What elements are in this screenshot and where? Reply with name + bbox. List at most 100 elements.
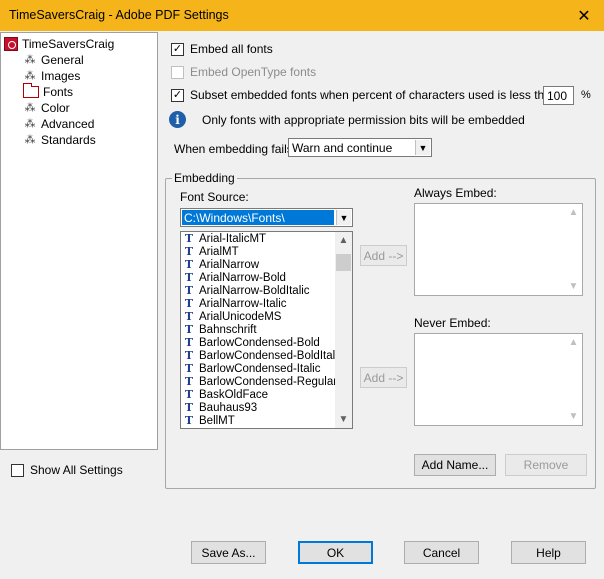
embed-all-checkbox[interactable]: ✓ — [171, 42, 184, 56]
font-list-item[interactable]: T Bahnschrift — [181, 323, 352, 336]
truetype-font-icon: T — [184, 349, 194, 362]
never-embed-list[interactable]: ▲ ▼ — [414, 333, 583, 426]
embed-opentype-option: Embed OpenType fonts — [171, 65, 316, 79]
tree-root-label: TimeSaversCraig — [22, 37, 115, 51]
font-list-item[interactable]: T Arial-ItalicMT — [181, 232, 352, 245]
help-button[interactable]: Help — [511, 541, 586, 564]
subset-checkbox[interactable]: ✓ — [171, 88, 184, 102]
font-list-item[interactable]: T ArialNarrow-Italic — [181, 297, 352, 310]
settings-icon: ⁂ — [24, 134, 36, 146]
truetype-font-icon: T — [184, 245, 194, 258]
truetype-font-icon: T — [184, 232, 194, 245]
truetype-font-icon: T — [184, 284, 194, 297]
when-fails-select[interactable]: Warn and continue ▼ — [288, 138, 432, 157]
remove-button[interactable]: Remove — [505, 454, 587, 476]
close-icon[interactable]: ✕ — [564, 0, 604, 31]
truetype-font-icon: T — [184, 336, 194, 349]
subset-label: Subset embedded fonts when percent of ch… — [190, 88, 561, 102]
ok-button[interactable]: OK — [298, 541, 373, 564]
never-embed-scrollbar[interactable]: ▲ ▼ — [565, 334, 582, 425]
always-embed-scrollbar[interactable]: ▲ ▼ — [565, 204, 582, 295]
settings-icon: ⁂ — [24, 102, 36, 114]
font-name: ArialNarrow-Italic — [199, 297, 287, 310]
font-list-item[interactable]: T Bauhaus93 — [181, 401, 352, 414]
font-list-item[interactable]: T BarlowCondensed-BoldItalic — [181, 349, 352, 362]
font-list-items: T Arial-ItalicMT T ArialMT T ArialNarrow T Aria… — [181, 232, 352, 427]
show-all-checkbox[interactable] — [11, 463, 24, 477]
font-list-item[interactable]: T ArialUnicodeMS — [181, 310, 352, 323]
settings-icon: ⁂ — [24, 54, 36, 66]
tree-item-images[interactable]: ⁂ Images — [23, 68, 81, 84]
tree-item-general[interactable]: ⁂ General — [23, 52, 84, 68]
scroll-thumb[interactable] — [336, 254, 351, 271]
embed-opentype-label: Embed OpenType fonts — [190, 65, 317, 79]
tree-item-label: Color — [41, 101, 70, 115]
add-never-button[interactable]: Add --> — [360, 367, 407, 388]
save-as-button[interactable]: Save As... — [191, 541, 266, 564]
font-name: ArialUnicodeMS — [199, 310, 282, 323]
embed-all-option[interactable]: ✓ Embed all fonts — [171, 42, 273, 56]
scroll-up-icon[interactable]: ▲ — [565, 334, 582, 351]
tree-item-color[interactable]: ⁂ Color — [23, 100, 70, 116]
font-name: BellMT — [199, 414, 235, 427]
show-all-settings[interactable]: Show All Settings — [11, 463, 123, 477]
tree-item-advanced[interactable]: ⁂ Advanced — [23, 116, 95, 132]
embedding-group-label: Embedding — [172, 171, 237, 185]
font-list-item[interactable]: T ArialNarrow-BoldItalic — [181, 284, 352, 297]
font-name: ArialNarrow — [199, 258, 260, 271]
font-list-item[interactable]: T BarlowCondensed-Bold — [181, 336, 352, 349]
chevron-down-icon[interactable]: ▼ — [415, 140, 430, 155]
font-list-item[interactable]: T BaskOldFace — [181, 388, 352, 401]
tree-item-fonts[interactable]: Fonts — [23, 83, 74, 100]
scroll-up-icon[interactable]: ▲ — [565, 204, 582, 221]
font-list-scrollbar[interactable]: ▲ ▼ — [335, 232, 352, 428]
font-list-item[interactable]: T ArialNarrow — [181, 258, 352, 271]
tree-item-standards[interactable]: ⁂ Standards — [23, 132, 96, 148]
folder-icon — [23, 83, 39, 98]
font-list-item[interactable]: T ArialMT — [181, 245, 352, 258]
font-list-item[interactable]: T BellMT — [181, 414, 352, 427]
font-list-item[interactable]: T ArialNarrow-Bold — [181, 271, 352, 284]
font-source-value: C:\Windows\Fonts\ — [184, 211, 285, 225]
always-embed-label: Always Embed: — [414, 186, 497, 200]
window-title: TimeSaversCraig - Adobe PDF Settings — [9, 8, 229, 22]
chevron-down-icon[interactable]: ▼ — [336, 210, 351, 225]
add-name-button[interactable]: Add Name... — [414, 454, 496, 476]
never-embed-label: Never Embed: — [414, 316, 491, 330]
title-bar: TimeSaversCraig - Adobe PDF Settings ✕ — [0, 0, 604, 31]
tree-item-label: Fonts — [43, 85, 74, 99]
scroll-down-icon[interactable]: ▼ — [335, 411, 352, 428]
settings-icon: ⁂ — [24, 118, 36, 130]
font-name: Arial-ItalicMT — [199, 232, 267, 245]
font-name: BarlowCondensed-Italic — [199, 362, 321, 375]
tree-root[interactable]: TimeSaversCraig — [4, 36, 114, 52]
scroll-down-icon[interactable]: ▼ — [565, 408, 582, 425]
tree-item-label: Advanced — [41, 117, 95, 131]
truetype-font-icon: T — [184, 310, 194, 323]
truetype-font-icon: T — [184, 388, 194, 401]
always-embed-list[interactable]: ▲ ▼ — [414, 203, 583, 296]
info-note: i Only fonts with appropriate permission… — [169, 111, 525, 128]
show-all-label: Show All Settings — [30, 463, 123, 477]
add-always-button[interactable]: Add --> — [360, 245, 407, 266]
font-name: BarlowCondensed-Bold — [199, 336, 320, 349]
subset-option[interactable]: ✓ Subset embedded fonts when percent of … — [171, 88, 561, 102]
font-name: ArialMT — [199, 245, 239, 258]
scroll-up-icon[interactable]: ▲ — [335, 232, 352, 249]
embed-all-label: Embed all fonts — [190, 42, 273, 56]
font-source-label: Font Source: — [180, 190, 249, 204]
font-list-item[interactable]: T BarlowCondensed-Regular — [181, 375, 352, 388]
font-source-select[interactable]: C:\Windows\Fonts\ ▼ — [180, 208, 353, 227]
font-name: BarlowCondensed-Regular — [199, 375, 338, 388]
embed-opentype-checkbox — [171, 65, 184, 79]
font-list-item[interactable]: T BarlowCondensed-Italic — [181, 362, 352, 375]
truetype-font-icon: T — [184, 258, 194, 271]
cancel-button[interactable]: Cancel — [404, 541, 479, 564]
truetype-font-icon: T — [184, 271, 194, 284]
truetype-font-icon: T — [184, 362, 194, 375]
truetype-font-icon: T — [184, 375, 194, 388]
font-name: Bahnschrift — [199, 323, 257, 336]
subset-percent-input[interactable]: 100 — [543, 86, 574, 105]
scroll-down-icon[interactable]: ▼ — [565, 278, 582, 295]
font-list[interactable]: T Arial-ItalicMT T ArialMT T ArialNarrow T Aria… — [180, 231, 353, 429]
